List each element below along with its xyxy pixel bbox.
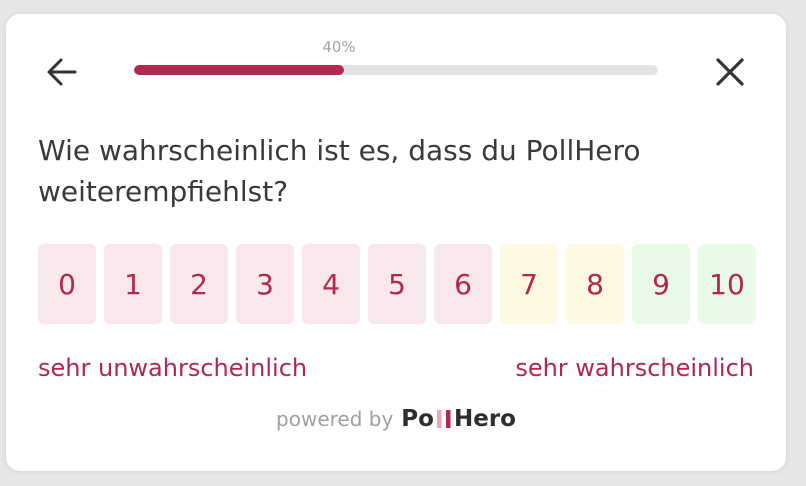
rating-option-2[interactable]: 2 xyxy=(170,244,228,324)
arrow-left-icon xyxy=(47,58,77,86)
rating-option-0[interactable]: 0 xyxy=(38,244,96,324)
powered-by-text: powered by xyxy=(276,407,394,431)
rating-option-4[interactable]: 4 xyxy=(302,244,360,324)
rating-option-7[interactable]: 7 xyxy=(500,244,558,324)
question-text: Wie wahrscheinlich ist es, dass du PollH… xyxy=(38,134,641,208)
close-button[interactable] xyxy=(710,52,750,92)
powered-by-footer: powered by Po Hero xyxy=(6,406,786,432)
rating-option-8[interactable]: 8 xyxy=(566,244,624,324)
rating-option-3[interactable]: 3 xyxy=(236,244,294,324)
rating-option-9[interactable]: 9 xyxy=(632,244,690,324)
low-anchor-label: sehr unwahrscheinlich xyxy=(38,354,308,382)
rating-option-6[interactable]: 6 xyxy=(434,244,492,324)
rating-option-10[interactable]: 10 xyxy=(698,244,756,324)
close-icon xyxy=(716,58,744,86)
rating-scale: 0 1 2 3 4 5 6 7 8 9 10 xyxy=(38,244,756,324)
survey-card: 40% Wie wahrscheinlich ist es, dass du P… xyxy=(6,14,786,471)
pollhero-logo: Po Hero xyxy=(401,406,516,432)
rating-option-5[interactable]: 5 xyxy=(368,244,426,324)
progress-label: 40% xyxy=(322,38,356,56)
progress-bar xyxy=(134,65,658,75)
rating-option-1[interactable]: 1 xyxy=(104,244,162,324)
progress-fill xyxy=(134,65,344,75)
high-anchor-label: sehr wahrscheinlich xyxy=(515,354,754,382)
logo-bars-icon xyxy=(436,410,451,428)
back-button[interactable] xyxy=(42,52,82,92)
